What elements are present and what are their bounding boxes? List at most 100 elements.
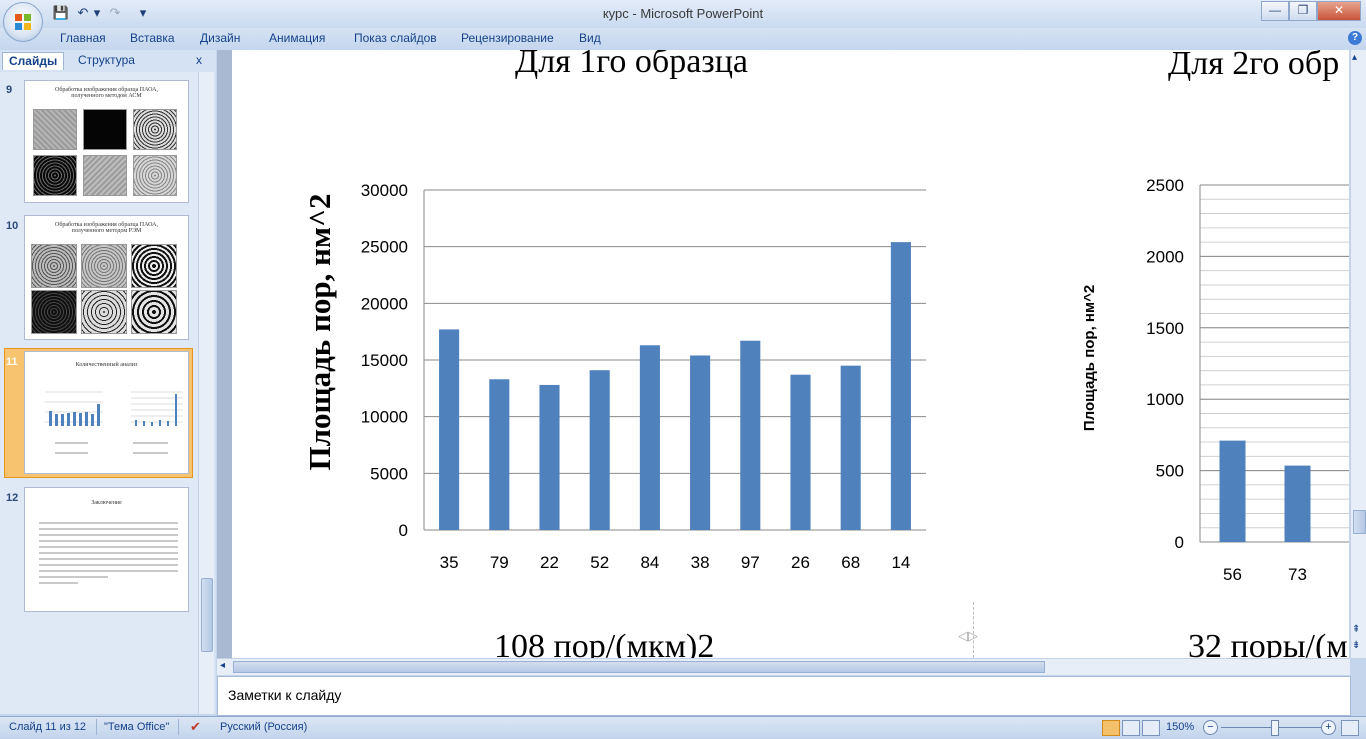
chart1-y-axis-label: Площадь пор, нм^2 [302,193,337,470]
chart1-x-tick-label: 35 [440,553,459,572]
close-panel-icon[interactable]: x [196,53,202,67]
language[interactable]: Русский (Россия) [220,721,307,733]
chart2-x-tick-label: 56 [1223,565,1242,584]
normal-view-icon[interactable] [1102,720,1120,736]
tab-slides[interactable]: Слайды [2,52,65,70]
zoom-out-icon[interactable]: − [1203,720,1218,735]
chart1-x-tick-label: 22 [540,553,559,572]
chart1-x-tick-label: 38 [691,553,710,572]
zoom-slider-thumb[interactable] [1271,720,1279,736]
thumbnail-slide-10[interactable]: Обработка изображения образца ПАОА, полу… [24,215,189,340]
tab-review[interactable]: Рецензирование [461,31,554,45]
maximize-button[interactable]: ❐ [1289,1,1317,21]
chart2-bar [1284,465,1311,542]
chart-2[interactable]: Площадь пор, нм^2 0 500 1000 1500 2000 2500 56… [1062,120,1349,600]
vertical-scroll-thumb[interactable] [1353,510,1366,534]
thumbnail-image [31,290,77,334]
chart1-bar [539,384,560,530]
thumbnail-image [83,109,127,150]
chart1-bar [690,355,711,530]
next-slide-icon[interactable]: ⇟ [1352,640,1360,651]
chart1-x-tick-label: 84 [640,553,659,572]
slideshow-icon[interactable] [1142,720,1160,736]
panel-scrollbar[interactable] [198,72,214,714]
tab-insert[interactable]: Вставка [130,31,175,45]
zoom-in-icon[interactable]: + [1321,720,1336,735]
chart1-bar [489,379,510,530]
tab-slideshow[interactable]: Показ слайдов [354,31,437,45]
thumbnail-number: 9 [6,84,13,96]
tab-view[interactable]: Вид [579,31,601,45]
status-bar: Слайд 11 из 12 "Тема Office" ✔ Русский (… [0,716,1366,739]
chart1-bar [439,329,460,530]
thumbnail-chart-1 [45,391,103,426]
chart1-y-tick-label: 5000 [370,464,408,483]
close-button[interactable]: ✕ [1317,1,1361,21]
zoom-level[interactable]: 150% [1166,721,1194,733]
thumbnail-number: 11 [6,356,18,368]
thumbnail-chart-2 [131,391,183,426]
resize-handle-icon[interactable]: ◁▷ [958,628,988,644]
panel-scroll-thumb[interactable] [201,578,213,652]
thumbnail-image [81,290,127,334]
prev-slide-icon[interactable]: ⇞ [1352,624,1360,635]
chart1-bar [890,242,911,530]
horizontal-scrollbar[interactable]: ◂ [217,658,1350,675]
thumbnail-image [133,155,177,196]
thumbnail-number: 12 [6,492,19,504]
chart1-heading: Для 1го образца [515,50,749,80]
fit-to-window-icon[interactable] [1341,720,1359,736]
panel-tabs: Слайды Структура x [0,52,212,70]
slide-sorter-icon[interactable] [1122,720,1140,736]
chart1-x-tick-label: 79 [490,553,509,572]
minimize-button[interactable]: — [1261,1,1289,21]
chart2-heading: Для 2го обр [1168,50,1340,82]
chart1-bar [790,374,811,530]
theme-name[interactable]: "Тема Office" [104,721,169,733]
vertical-scrollbar[interactable]: ▴ ⇞ ⇟ [1350,50,1366,658]
chart1-bar [840,365,861,530]
scroll-left-icon[interactable]: ◂ [220,660,225,671]
chart1-y-tick-label: 30000 [361,181,408,200]
chart1-bar [589,370,610,530]
chart1-x-tick-label: 14 [891,553,910,572]
thumbnail-slide-12[interactable]: Заключение [24,487,189,612]
spellcheck-icon[interactable]: ✔ [190,719,201,735]
scroll-up-icon[interactable]: ▴ [1352,52,1357,63]
tab-home[interactable]: Главная [60,31,106,45]
chart-1[interactable]: Площадь пор, нм^2 Количество пор, шт. 05… [292,130,972,590]
help-icon[interactable]: ? [1348,31,1362,45]
chart2-y-tick-label: 1500 [1146,319,1184,338]
chart1-y-tick-label: 10000 [361,408,408,427]
horizontal-scroll-thumb[interactable] [233,661,1045,673]
chart1-y-tick-label: 0 [399,521,408,540]
tab-animation[interactable]: Анимация [269,31,325,45]
thumbnail-slide-9[interactable]: Обработка изображения образца ПАОА, полу… [24,80,189,203]
notes-placeholder[interactable]: Заметки к слайду [228,687,341,703]
chart2-y-axis-label: Площадь пор, нм^2 [1081,285,1098,431]
chart2-y-tick-label: 0 [1175,533,1184,552]
chart2-y-tick-label: 500 [1156,462,1184,481]
thumbnail-image [131,244,177,288]
window-title: курс - Microsoft PowerPoint [602,6,764,21]
chart1-x-tick-label: 97 [741,553,760,572]
chart2-y-tick-label: 2500 [1146,176,1184,195]
thumbnail-image [33,109,77,150]
ribbon-tabs: Главная Вставка Дизайн Анимация Показ сл… [0,28,1366,50]
thumbnail-title: Заключение [91,500,122,506]
slide-counter: Слайд 11 из 12 [9,721,87,733]
thumbnail-image [31,244,77,288]
chart1-y-tick-label: 20000 [361,294,408,313]
chart1-caption: 108 пор/(мкм)2 [494,628,715,658]
chart1-x-tick-label: 68 [841,553,860,572]
chart2-x-tick-label: 73 [1288,565,1307,584]
thumbnail-image [83,155,127,196]
slide[interactable]: Для 1го образца Для 2го обр Площадь пор,… [232,50,1349,658]
thumbnail-slide-11[interactable]: Количественный анализ [24,351,189,474]
tab-design[interactable]: Дизайн [200,31,240,45]
notes-pane[interactable]: Заметки к слайду [217,676,1351,716]
chart1-y-tick-label: 25000 [361,238,408,257]
office-button[interactable] [3,2,43,42]
chart2-bar [1219,440,1246,542]
tab-structure[interactable]: Структура [72,52,141,69]
